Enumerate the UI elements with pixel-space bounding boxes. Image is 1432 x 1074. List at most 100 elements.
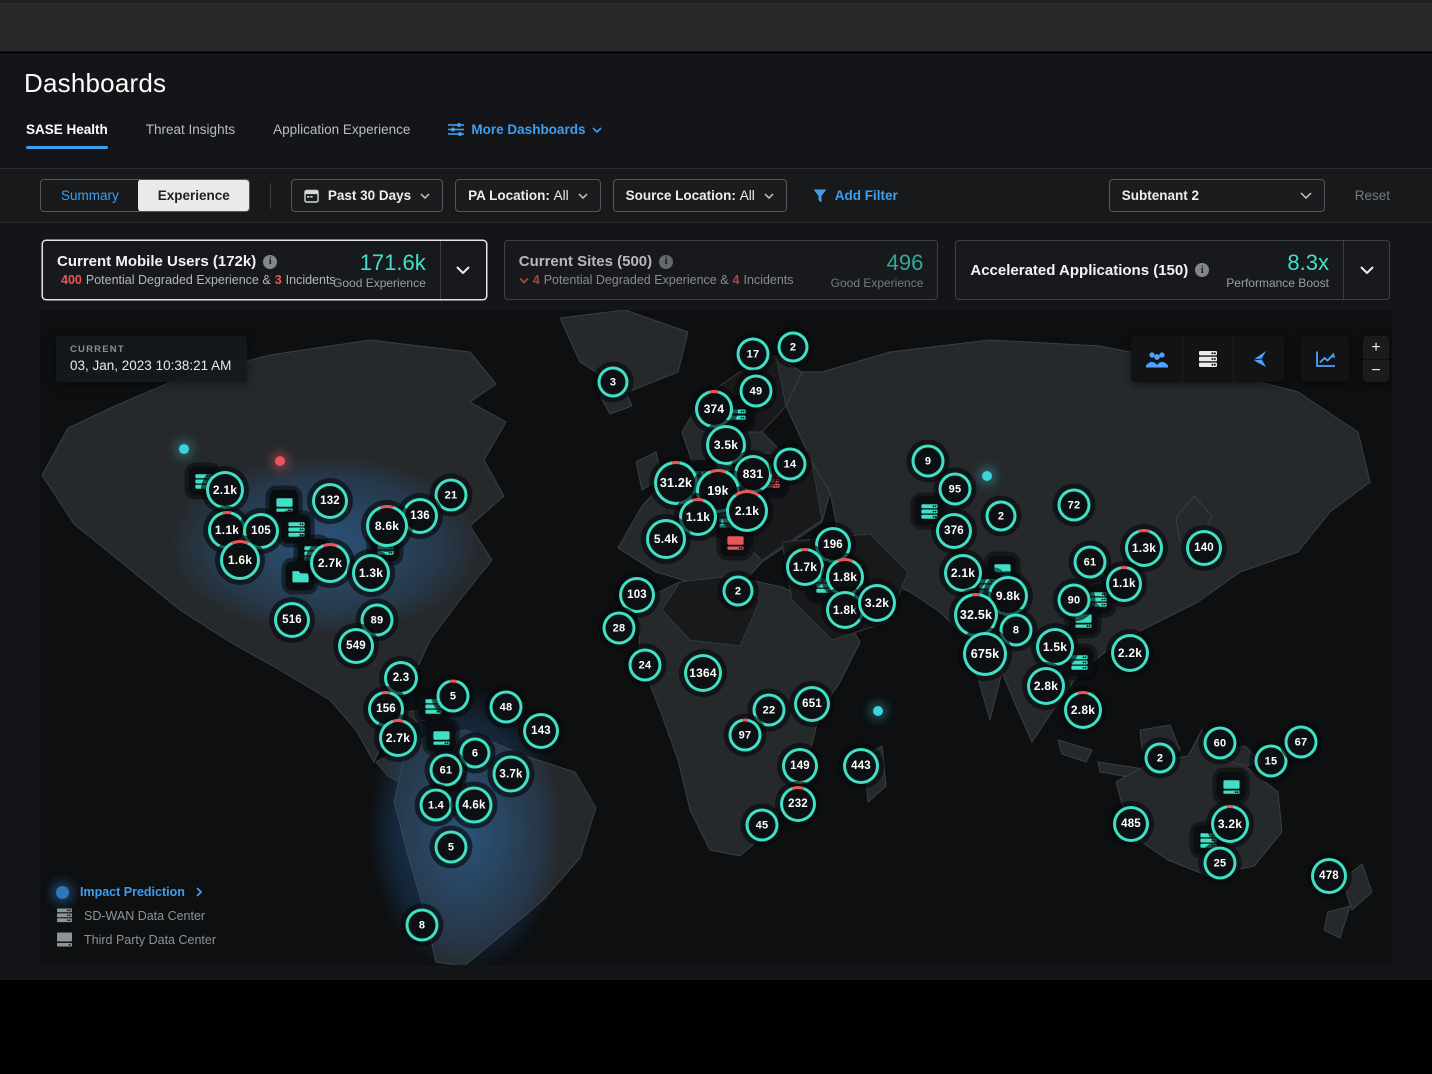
map-marker[interactable]: 3 bbox=[598, 367, 629, 398]
map-marker[interactable]: 2.2k bbox=[1111, 634, 1149, 672]
map-marker[interactable]: 3.2k bbox=[1211, 805, 1249, 843]
map-marker[interactable]: 549 bbox=[338, 628, 374, 664]
card-current-sites[interactable]: Current Sites (500) 4 Potential Degraded… bbox=[504, 240, 939, 300]
experience-tab-button[interactable]: Experience bbox=[138, 179, 250, 212]
map-marker[interactable]: 14 bbox=[774, 448, 807, 481]
impact-prediction-link[interactable]: Impact Prediction bbox=[56, 885, 216, 899]
datacenter-icon[interactable] bbox=[1217, 772, 1246, 801]
zoom-out-button[interactable]: − bbox=[1363, 359, 1389, 382]
map-marker[interactable]: 149 bbox=[782, 748, 818, 784]
zoom-in-button[interactable]: + bbox=[1363, 336, 1389, 359]
map-marker[interactable]: 17 bbox=[737, 338, 770, 371]
map-marker[interactable]: 2.7k bbox=[310, 543, 350, 583]
map-marker[interactable]: 4.6k bbox=[456, 787, 493, 824]
map-marker[interactable]: 1.6k bbox=[220, 540, 260, 580]
map-marker[interactable]: 1.3k bbox=[352, 554, 390, 592]
map-marker[interactable]: 5.4k bbox=[646, 519, 686, 559]
map-marker[interactable]: 49 bbox=[740, 375, 773, 408]
source-location-dropdown[interactable]: Source Location: All bbox=[613, 179, 787, 212]
map-marker[interactable]: 675k bbox=[963, 632, 1007, 676]
map-marker[interactable]: 1364 bbox=[684, 654, 722, 692]
map-marker[interactable]: 132 bbox=[312, 483, 348, 519]
tab-threat-insights[interactable]: Threat Insights bbox=[146, 122, 235, 149]
map-marker[interactable]: 516 bbox=[274, 602, 310, 638]
map-marker[interactable]: 24 bbox=[629, 649, 662, 682]
pa-location-dropdown[interactable]: PA Location: All bbox=[455, 179, 601, 212]
card-expand-button[interactable] bbox=[1343, 241, 1389, 299]
map-marker[interactable]: 2.1k bbox=[944, 554, 982, 592]
trend-view-button[interactable] bbox=[1301, 336, 1349, 382]
map-marker[interactable]: 5 bbox=[435, 831, 468, 864]
map-marker[interactable]: 2 bbox=[778, 332, 809, 363]
map-marker[interactable]: 374 bbox=[695, 390, 733, 428]
card-current-mobile-users[interactable]: Current Mobile Users (172k) 400 Potentia… bbox=[42, 240, 487, 300]
map-marker[interactable]: 67 bbox=[1285, 726, 1318, 759]
reset-button[interactable]: Reset bbox=[1355, 188, 1390, 203]
map-marker[interactable]: 1.5k bbox=[1036, 628, 1074, 666]
map-marker[interactable]: 61 bbox=[1074, 546, 1107, 579]
map-marker[interactable]: 22 bbox=[753, 694, 786, 727]
map-marker[interactable]: 28 bbox=[603, 612, 636, 645]
tab-sase-health[interactable]: SASE Health bbox=[26, 122, 108, 149]
map-marker[interactable]: 1.7k bbox=[786, 548, 824, 586]
map-marker[interactable]: 478 bbox=[1311, 858, 1347, 894]
map-marker[interactable]: 32.5k bbox=[954, 593, 998, 637]
map-marker[interactable]: 95 bbox=[939, 473, 972, 506]
card-accelerated-applications[interactable]: Accelerated Applications (150) 8.3x Perf… bbox=[955, 240, 1390, 300]
map-marker[interactable]: 1.3k bbox=[1125, 529, 1163, 567]
map-marker[interactable]: 15 bbox=[1255, 745, 1288, 778]
map-marker[interactable]: 2 bbox=[723, 576, 754, 607]
card-expand-button[interactable] bbox=[440, 241, 486, 299]
add-filter-button[interactable]: Add Filter bbox=[813, 188, 898, 203]
map-marker[interactable]: 232 bbox=[780, 786, 816, 822]
map-marker[interactable]: 2.8k bbox=[1064, 691, 1102, 729]
map-marker[interactable]: 60 bbox=[1204, 727, 1237, 760]
map-marker[interactable]: 2.1k bbox=[726, 490, 768, 532]
map-marker[interactable]: 72 bbox=[1058, 489, 1091, 522]
mobile-users-layer-button[interactable] bbox=[1131, 336, 1182, 382]
navigation-layer-button[interactable] bbox=[1233, 336, 1284, 382]
data-center-layer-button[interactable] bbox=[1182, 336, 1233, 382]
map-marker[interactable]: 651 bbox=[794, 686, 830, 722]
map-marker[interactable]: 3.2k bbox=[858, 584, 896, 622]
map-marker[interactable]: 1.1k bbox=[679, 498, 717, 536]
info-icon[interactable] bbox=[1195, 263, 1209, 277]
map-marker[interactable]: 103 bbox=[619, 577, 655, 613]
map-marker[interactable]: 5 bbox=[437, 680, 470, 713]
map-marker[interactable]: 2.1k bbox=[206, 471, 244, 509]
tab-application-experience[interactable]: Application Experience bbox=[273, 122, 410, 149]
map-marker[interactable]: 45 bbox=[746, 809, 779, 842]
map-marker[interactable]: 2 bbox=[986, 501, 1017, 532]
map-marker[interactable]: 48 bbox=[490, 691, 523, 724]
map-marker[interactable]: 376 bbox=[936, 513, 972, 549]
map-marker[interactable]: 2.7k bbox=[379, 719, 417, 757]
map-marker[interactable]: 2.3 bbox=[384, 661, 418, 695]
map-marker[interactable]: 3.7k bbox=[493, 756, 530, 793]
map-marker[interactable]: 143 bbox=[523, 713, 559, 749]
map-marker[interactable]: 97 bbox=[729, 719, 762, 752]
map-marker[interactable]: 6 bbox=[460, 738, 491, 769]
info-icon[interactable] bbox=[659, 255, 673, 269]
info-icon[interactable] bbox=[263, 255, 277, 269]
map-marker[interactable]: 90 bbox=[1058, 584, 1091, 617]
map-marker[interactable]: 21 bbox=[435, 479, 468, 512]
map-marker[interactable]: 2.8k bbox=[1027, 667, 1065, 705]
world-map[interactable]: 2.1k132211368.6k1.1k1051.6k2.7k1.3k51689… bbox=[40, 310, 1392, 965]
map-marker[interactable]: 9 bbox=[912, 445, 945, 478]
map-marker[interactable]: 61 bbox=[430, 754, 463, 787]
map-marker[interactable]: 2 bbox=[1145, 743, 1176, 774]
datacenter-icon[interactable] bbox=[427, 723, 456, 752]
map-marker[interactable]: 140 bbox=[1186, 530, 1222, 566]
map-marker[interactable]: 8.6k bbox=[366, 505, 408, 547]
map-marker[interactable]: 8 bbox=[1000, 614, 1033, 647]
map-marker[interactable]: 8 bbox=[406, 909, 439, 942]
subtenant-dropdown[interactable]: Subtenant 2 bbox=[1109, 179, 1325, 212]
map-marker[interactable]: 485 bbox=[1113, 806, 1149, 842]
summary-tab-button[interactable]: Summary bbox=[41, 180, 139, 211]
more-dashboards-menu[interactable]: More Dashboards bbox=[448, 122, 602, 149]
map-marker[interactable]: 25 bbox=[1204, 847, 1237, 880]
map-marker[interactable]: 443 bbox=[843, 748, 879, 784]
map-marker[interactable]: 1.1k bbox=[1106, 566, 1142, 602]
map-marker[interactable]: 1.4 bbox=[420, 789, 453, 822]
time-range-dropdown[interactable]: Past 30 Days bbox=[291, 179, 443, 212]
